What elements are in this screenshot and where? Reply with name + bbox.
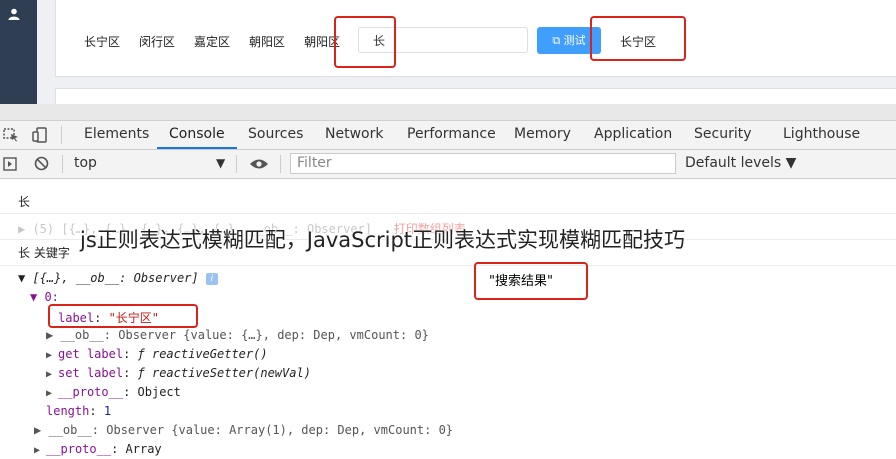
array-proto-line[interactable]: ▶ __proto__: Array [34, 442, 162, 456]
search-result-annotation: "搜索结果" [489, 274, 553, 289]
tab-separator [61, 126, 62, 144]
district-list: 长宁区 闵行区 嘉定区 朝阳区 朝阳区 [84, 33, 359, 50]
devtools-resizer[interactable] [0, 104, 896, 121]
watermark-caption: js正则表达式模糊匹配，JavaScript正则表达式实现模糊匹配技巧 [80, 228, 686, 252]
toolbar-separator [280, 155, 281, 173]
default-levels-select[interactable]: Default levels ▼ [685, 155, 796, 171]
row-divider [0, 213, 896, 214]
device-toolbar-icon[interactable] [32, 127, 48, 143]
context-dropdown-icon[interactable]: ▼ [216, 156, 225, 170]
array-observer-line[interactable]: ▶ __ob__: Observer {value: Array(1), dep… [34, 423, 453, 437]
toolbar-separator [62, 155, 63, 173]
tab-security[interactable]: Security [694, 121, 752, 149]
devtools-panel: Elements Console Sources Network Perform… [0, 104, 896, 459]
input-highlight-box [334, 16, 396, 68]
proto-line[interactable]: ▶ __proto__: Object [46, 385, 181, 399]
tab-console[interactable]: Console [157, 121, 237, 149]
app-content-area: 长宁区 闵行区 嘉定区 朝阳区 朝阳区 长 ⧉ 测试 长宁区 [37, 0, 896, 105]
toolbar-separator [236, 155, 237, 173]
length-line: length: 1 [46, 404, 112, 418]
console-line: 长 [18, 195, 31, 209]
setter-line[interactable]: ▶ set label: ƒ reactiveSetter(newVal) [46, 366, 311, 380]
district-item[interactable]: 闵行区 [139, 33, 175, 50]
district-item[interactable]: 朝阳区 [249, 33, 285, 50]
tab-network[interactable]: Network [325, 121, 383, 149]
context-select[interactable]: top [74, 155, 97, 171]
row-divider [0, 265, 896, 266]
console-line: 长 关键字 [18, 246, 70, 260]
getter-line[interactable]: ▶ get label: ƒ reactiveGetter() [46, 347, 268, 361]
show-sidebar-icon[interactable] [3, 157, 17, 171]
tab-memory[interactable]: Memory [514, 121, 571, 149]
result-highlight-box [590, 16, 686, 61]
user-icon[interactable] [8, 8, 20, 20]
app-sidebar [0, 0, 37, 104]
district-item[interactable]: 嘉定区 [194, 33, 230, 50]
array-index-line[interactable]: ▼ 0: [30, 290, 59, 304]
observer-line[interactable]: ▶ __ob__: Observer {value: {…}, dep: Dep… [46, 328, 429, 342]
tab-lighthouse[interactable]: Lighthouse [783, 121, 860, 149]
eye-icon[interactable] [249, 158, 269, 170]
devtools-tab-bar: Elements Console Sources Network Perform… [0, 121, 896, 150]
tab-elements[interactable]: Elements [84, 121, 149, 149]
info-icon: i [205, 272, 218, 285]
lower-panel [55, 88, 896, 105]
test-button-label: 测试 [563, 34, 586, 47]
console-toolbar: top ▼ Filter Default levels ▼ [0, 150, 896, 179]
label-highlight-box [48, 304, 198, 328]
tab-application[interactable]: Application [594, 121, 672, 149]
filter-input[interactable]: Filter [290, 153, 676, 174]
expanded-array-line[interactable]: ▼ [{…}, __ob__: Observer] i [18, 271, 218, 285]
search-panel: 长宁区 闵行区 嘉定区 朝阳区 朝阳区 长 ⧉ 测试 长宁区 [55, 0, 896, 77]
district-item[interactable]: 长宁区 [84, 33, 120, 50]
external-link-icon: ⧉ [552, 34, 561, 47]
tab-performance[interactable]: Performance [407, 121, 496, 149]
clear-console-icon[interactable] [34, 156, 49, 171]
tab-sources[interactable]: Sources [248, 121, 303, 149]
inspect-element-icon[interactable] [3, 128, 19, 142]
